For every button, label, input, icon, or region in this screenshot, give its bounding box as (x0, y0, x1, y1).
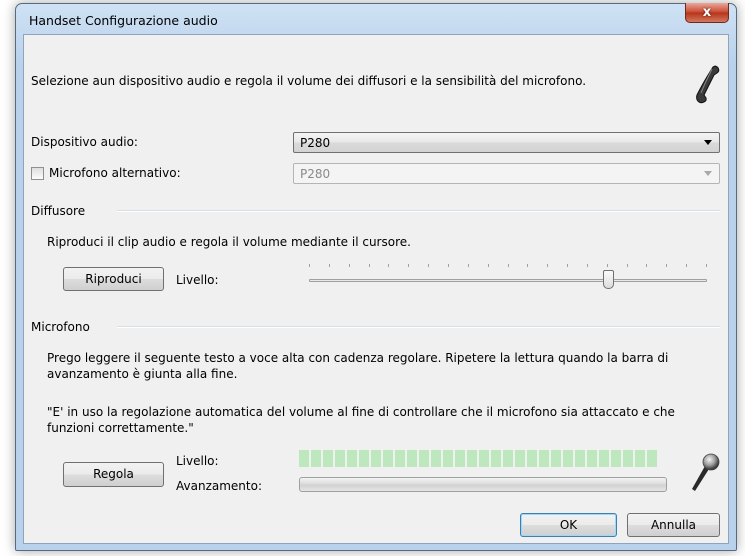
dialog-window: Handset Configurazione audio x Selezione… (15, 3, 737, 551)
slider-tick (686, 264, 687, 267)
adjust-button[interactable]: Regola (63, 462, 164, 487)
alt-mic-select: P280 (293, 163, 720, 184)
level-segment (431, 450, 441, 467)
adjust-button-label: Regola (93, 467, 134, 481)
mic-progress-label: Avanzamento: (176, 479, 262, 493)
ok-button[interactable]: OK (520, 513, 617, 537)
level-segment (491, 450, 501, 467)
slider-tick (508, 264, 509, 267)
mic-group-divider (117, 326, 720, 328)
level-segment (611, 450, 621, 467)
title-bar[interactable]: Handset Configurazione audio x (16, 3, 736, 32)
slider-tick (527, 264, 528, 267)
level-segment (299, 450, 309, 467)
intro-text: Selezione aun dispositivo audio e regola… (31, 74, 587, 88)
microphone-icon (692, 453, 720, 491)
alt-mic-label: Microfono alternativo: (49, 166, 181, 180)
level-segment (323, 450, 333, 467)
level-segment (539, 450, 549, 467)
cancel-button[interactable]: Annulla (627, 513, 720, 537)
level-segment (623, 450, 633, 467)
play-button[interactable]: Riproduci (63, 267, 164, 291)
level-segment (587, 450, 597, 467)
level-segment (503, 450, 513, 467)
level-segment (407, 450, 417, 467)
level-segment (311, 450, 321, 467)
slider-track (309, 279, 707, 282)
window-title: Handset Configurazione audio (29, 13, 218, 28)
slider-tick (607, 264, 608, 267)
slider-tick (448, 264, 449, 267)
speaker-instructions: Riproduci il clip audio e regola il volu… (47, 235, 411, 249)
play-button-label: Riproduci (85, 272, 142, 286)
level-segment (335, 450, 345, 467)
slider-tick (646, 264, 647, 267)
close-button[interactable]: x (685, 3, 729, 23)
dialog-client-area: Selezione aun dispositivo audio e regola… (23, 34, 729, 544)
slider-tick (428, 264, 429, 267)
level-segment (395, 450, 405, 467)
slider-tick (329, 264, 330, 267)
mic-level-label: Livello: (176, 454, 219, 468)
close-icon: x (702, 5, 712, 20)
chevron-down-icon (704, 171, 712, 176)
slider-tick (627, 264, 628, 267)
level-segment (515, 450, 525, 467)
slider-thumb[interactable] (603, 270, 614, 289)
chevron-down-icon (704, 140, 712, 145)
level-segment (575, 450, 585, 467)
level-segment (467, 450, 477, 467)
device-label: Dispositivo audio: (31, 135, 138, 149)
slider-tick (369, 264, 370, 267)
level-segment (479, 450, 489, 467)
alt-mic-checkbox[interactable] (31, 167, 44, 180)
slider-tick (547, 264, 548, 267)
audio-device-select[interactable]: P280 (293, 132, 720, 153)
slider-tick (468, 264, 469, 267)
slider-tick (349, 264, 350, 267)
slider-tick (309, 264, 310, 267)
level-segment (455, 450, 465, 467)
mic-instructions-line1: Prego leggere il seguente testo a voce a… (47, 351, 669, 365)
level-segment (419, 450, 429, 467)
mic-progress-bar (299, 477, 667, 492)
ok-button-label: OK (559, 518, 578, 532)
level-segment (347, 450, 357, 467)
level-segment (563, 450, 573, 467)
level-segment (371, 450, 381, 467)
speaker-level-label: Livello: (176, 273, 219, 287)
level-segment (647, 450, 657, 467)
speaker-group-label: Diffusore (31, 204, 86, 218)
handset-icon (696, 65, 720, 104)
alt-mic-value: P280 (300, 167, 331, 181)
mic-level-meter (299, 450, 657, 467)
slider-tick (388, 264, 389, 267)
slider-tick (587, 264, 588, 267)
level-segment (527, 450, 537, 467)
mic-quote-line1: "E' in uso la regolazione automatica del… (47, 405, 675, 419)
level-segment (443, 450, 453, 467)
slider-tick (488, 264, 489, 267)
level-segment (635, 450, 645, 467)
cancel-button-label: Annulla (650, 518, 697, 532)
mic-group-label: Microfono (31, 320, 90, 334)
slider-tick (408, 264, 409, 267)
mic-quote-line2: funzioni correttamente." (47, 421, 194, 435)
level-segment (599, 450, 609, 467)
speaker-group-divider (117, 210, 720, 212)
mic-instructions-line2: avanzamento è giunta alla fine. (47, 367, 238, 381)
level-segment (383, 450, 393, 467)
slider-tick (567, 264, 568, 267)
audio-device-value: P280 (300, 136, 331, 150)
level-segment (359, 450, 369, 467)
slider-tick (666, 264, 667, 267)
slider-tick (706, 264, 707, 267)
speaker-volume-slider[interactable] (303, 259, 711, 295)
level-segment (551, 450, 561, 467)
